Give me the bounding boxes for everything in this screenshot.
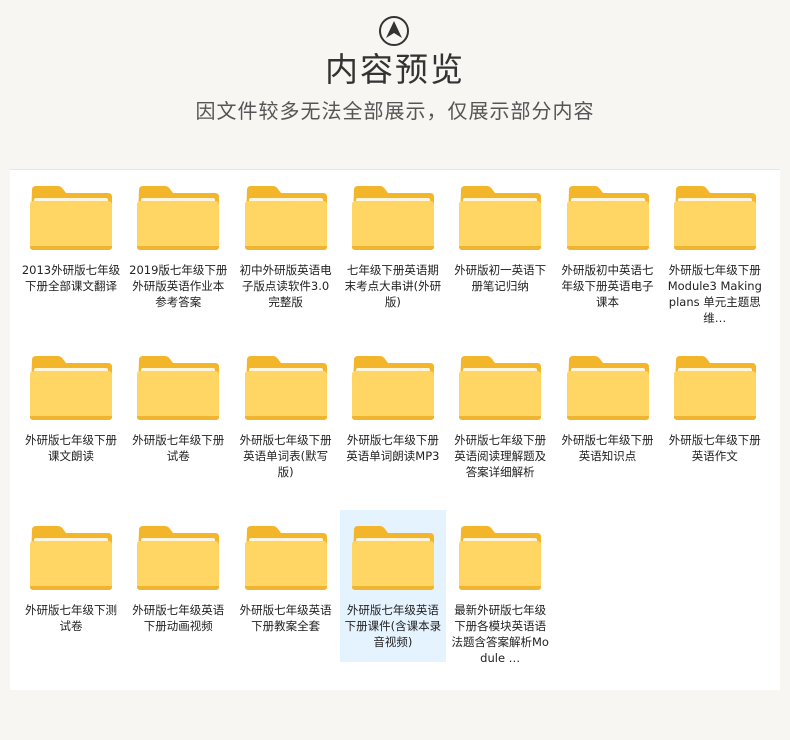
folder-item[interactable]: 外研版七年级下册英语单词表(默写版) bbox=[233, 340, 339, 492]
folder-icon bbox=[351, 186, 434, 250]
folder-icon bbox=[673, 356, 756, 420]
folder-item[interactable]: 外研版七年级下册英语知识点 bbox=[555, 340, 661, 492]
folder-icon bbox=[459, 356, 542, 420]
folder-icon bbox=[244, 186, 327, 250]
folder-icon bbox=[351, 526, 434, 590]
folder-item[interactable]: 外研版初一英语下册笔记归纳 bbox=[447, 170, 553, 322]
folder-icon bbox=[459, 526, 542, 590]
folder-label: 外研版七年级下测试卷 bbox=[25, 603, 117, 633]
folder-item[interactable]: 外研版初中英语七年级下册英语电子课本 bbox=[555, 170, 661, 322]
folder-icon bbox=[244, 526, 327, 590]
folder-icon bbox=[244, 356, 327, 420]
folder-icon bbox=[137, 526, 220, 590]
folder-item[interactable]: 外研版七年级下册英语阅读理解题及答案详细解析 bbox=[447, 340, 553, 492]
folder-item[interactable]: 外研版七年级下测试卷 bbox=[18, 510, 124, 662]
folder-label: 外研版七年级英语下册教案全套 bbox=[239, 603, 332, 633]
folder-label: 初中外研版英语电子版点读软件3.0 完整版 bbox=[239, 263, 332, 309]
folder-icon bbox=[566, 186, 649, 250]
folder-label: 外研版七年级下册英语知识点 bbox=[561, 433, 654, 463]
folder-item[interactable]: 外研版七年级英语下册课件(含课本录音视频) bbox=[339, 510, 446, 662]
folder-item[interactable]: 外研版七年级下册英语单词朗读MP3 bbox=[340, 340, 446, 492]
folder-icon bbox=[30, 526, 112, 590]
folder-item[interactable]: 最新外研版七年级下册各模块英语语法题含答案解析Module … bbox=[447, 510, 553, 665]
folder-icon bbox=[137, 356, 220, 420]
folder-item[interactable]: 外研版七年级下册英语作文 bbox=[662, 340, 768, 492]
folder-item[interactable]: 外研版七年级下册课文朗读 bbox=[18, 340, 124, 492]
folder-icon bbox=[673, 186, 756, 250]
folder-label: 外研版七年级下册英语单词表(默写版) bbox=[239, 433, 332, 479]
folder-icon bbox=[137, 186, 220, 250]
page-title: 内容预览 bbox=[325, 50, 465, 89]
folder-label: 外研版七年级下册Module3 Making plans 单元主题思维… bbox=[667, 263, 762, 325]
folder-item[interactable]: 外研版七年级下册试卷 bbox=[125, 340, 231, 492]
folder-item[interactable]: 七年级下册英语期末考点大串讲(外研版) bbox=[340, 170, 446, 322]
folder-label: 外研版七年级下册英语阅读理解题及答案详细解析 bbox=[454, 433, 547, 479]
folder-item[interactable]: 外研版七年级英语下册教案全套 bbox=[233, 510, 339, 662]
folder-icon bbox=[30, 186, 112, 250]
folder-item[interactable]: 外研版七年级下册Module3 Making plans 单元主题思维… bbox=[662, 170, 768, 325]
folder-label: 外研版七年级下册英语作文 bbox=[668, 433, 761, 463]
folder-icon bbox=[30, 356, 112, 420]
folder-label: 七年级下册英语期末考点大串讲(外研版) bbox=[344, 263, 442, 309]
folder-icon bbox=[459, 186, 542, 250]
folder-label: 外研版七年级下册试卷 bbox=[132, 433, 225, 463]
folder-label: 外研版初一英语下册笔记归纳 bbox=[454, 263, 547, 293]
folder-label: 最新外研版七年级下册各模块英语语法题含答案解析Module … bbox=[451, 603, 549, 665]
folder-label: 外研版七年级下册课文朗读 bbox=[25, 433, 117, 463]
folder-label: 2013外研版七年级下册全部课文翻译 bbox=[21, 263, 121, 293]
folder-label: 外研版七年级下册英语单词朗读MP3 bbox=[346, 433, 440, 463]
page-subtitle: 因文件较多无法全部展示，仅展示部分内容 bbox=[195, 99, 595, 123]
folder-icon bbox=[566, 356, 649, 420]
folder-label: 外研版初中英语七年级下册英语电子课本 bbox=[561, 263, 654, 309]
file-preview-panel: 2013外研版七年级下册全部课文翻译 2019版七年级下册外研版英语作业本参考答案… bbox=[10, 169, 780, 690]
page-footer bbox=[0, 690, 790, 740]
folder-item[interactable]: 2019版七年级下册外研版英语作业本参考答案 bbox=[125, 170, 231, 322]
preview-header: 内容预览 因文件较多无法全部展示，仅展示部分内容 bbox=[0, 0, 790, 168]
folder-grid: 2013外研版七年级下册全部课文翻译 2019版七年级下册外研版英语作业本参考答案… bbox=[10, 170, 780, 690]
folder-item[interactable]: 初中外研版英语电子版点读软件3.0 完整版 bbox=[233, 170, 339, 322]
folder-label: 外研版七年级英语下册课件(含课本录音视频) bbox=[344, 603, 442, 649]
folder-label: 外研版七年级英语下册动画视频 bbox=[132, 603, 225, 633]
folder-item[interactable]: 外研版七年级英语下册动画视频 bbox=[125, 510, 231, 662]
up-arrow-circle-icon bbox=[379, 16, 409, 46]
folder-item[interactable]: 2013外研版七年级下册全部课文翻译 bbox=[18, 170, 124, 322]
folder-icon bbox=[351, 356, 434, 420]
folder-label: 2019版七年级下册外研版英语作业本参考答案 bbox=[129, 263, 228, 309]
